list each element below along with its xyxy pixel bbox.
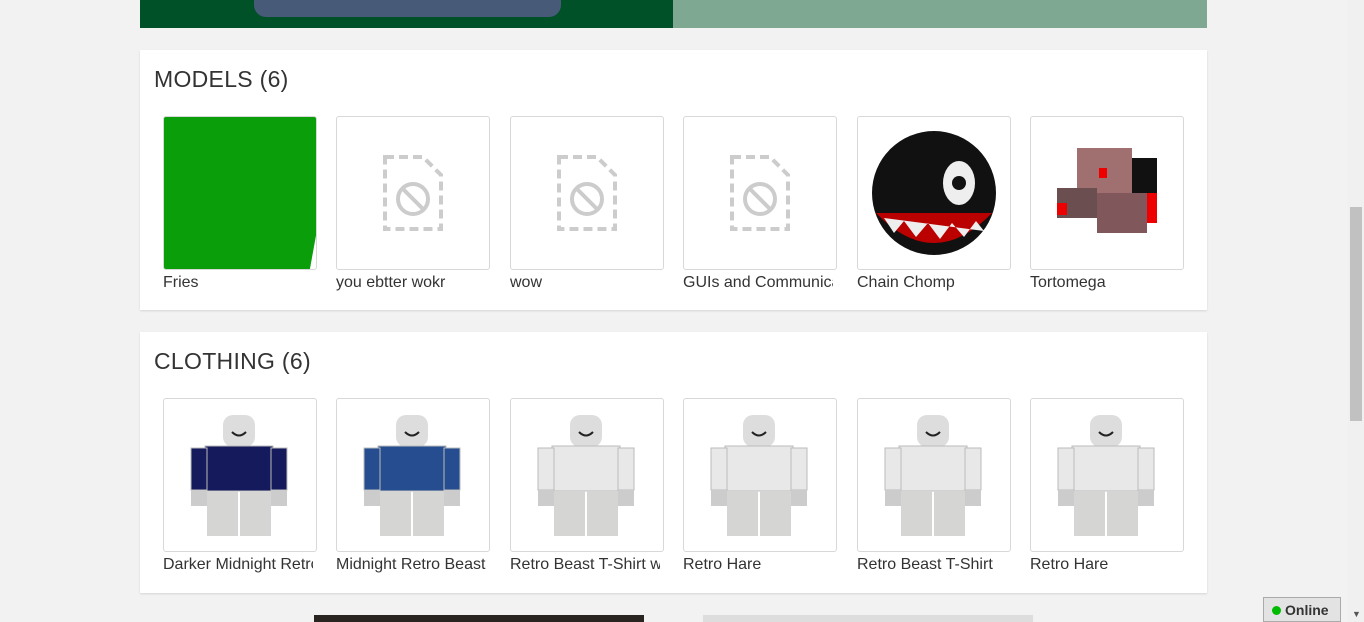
avatar-image (190, 415, 288, 536)
avatar-image (884, 415, 982, 536)
game-banner-right[interactable] (673, 0, 1207, 28)
avatar-image (363, 415, 461, 536)
avatar-image (1057, 415, 1155, 536)
online-status-button[interactable]: Online (1263, 597, 1341, 622)
item-thumbnail[interactable] (336, 116, 490, 270)
item-name[interactable]: Darker Midnight Retro Beast (163, 556, 313, 574)
clothing-item[interactable]: Retro Hare (1030, 398, 1184, 574)
item-name[interactable]: Fries (163, 274, 313, 292)
item-thumbnail[interactable] (1030, 398, 1184, 552)
item-name[interactable]: Tortomega (1030, 274, 1180, 292)
models-item[interactable]: Fries (163, 116, 317, 292)
bottom-image (703, 615, 1033, 622)
item-thumbnail[interactable] (163, 116, 317, 270)
clothing-item[interactable]: Retro Beast T-Shirt (857, 398, 1011, 574)
status-dot-icon (1272, 606, 1281, 615)
scrollbar-thumb[interactable] (1350, 207, 1362, 421)
unavailable-icon (730, 155, 790, 231)
item-name[interactable]: wow (510, 274, 660, 292)
item-thumbnail[interactable] (336, 398, 490, 552)
chevron-down-icon[interactable]: ▼ (1352, 609, 1361, 619)
item-thumbnail[interactable] (510, 398, 664, 552)
clothing-item[interactable]: Midnight Retro Beast T-Shirt (336, 398, 490, 574)
avatar-image (537, 415, 635, 536)
chain-chomp-image (872, 131, 996, 255)
game-banner-left[interactable] (140, 0, 673, 28)
models-item[interactable]: GUIs and Communication (683, 116, 837, 292)
models-item[interactable]: Chain Chomp (857, 116, 1011, 292)
models-item[interactable]: wow (510, 116, 664, 292)
item-thumbnail[interactable] (683, 116, 837, 270)
avatar-image (710, 415, 808, 536)
item-thumbnail[interactable] (1030, 116, 1184, 270)
item-name[interactable]: Chain Chomp (857, 274, 1007, 292)
clothing-item[interactable]: Retro Hare (683, 398, 837, 574)
bottom-image (314, 615, 644, 622)
clothing-item[interactable]: Darker Midnight Retro Beast (163, 398, 317, 574)
item-thumbnail[interactable] (163, 398, 317, 552)
item-name[interactable]: Retro Hare (1030, 556, 1180, 574)
scrollbar[interactable] (1348, 0, 1364, 622)
item-name[interactable]: Retro Beast T-Shirt (857, 556, 1007, 574)
item-thumbnail[interactable] (510, 116, 664, 270)
item-thumbnail[interactable] (683, 398, 837, 552)
item-name[interactable]: Retro Beast T-Shirt white (510, 556, 660, 574)
item-name[interactable]: GUIs and Communication (683, 274, 833, 292)
tortomega-image (1057, 148, 1157, 233)
clothing-item[interactable]: Retro Beast T-Shirt white (510, 398, 664, 574)
fries-image (164, 117, 316, 269)
item-name[interactable]: Retro Hare (683, 556, 833, 574)
banner-image (254, 0, 561, 17)
unavailable-icon (557, 155, 617, 231)
clothing-title: CLOTHING (6) (154, 348, 311, 374)
status-label: Online (1285, 602, 1329, 618)
unavailable-icon (383, 155, 443, 231)
models-item[interactable]: you ebtter wokr (336, 116, 490, 292)
item-name[interactable]: Midnight Retro Beast T-Shirt (336, 556, 486, 574)
item-thumbnail[interactable] (857, 116, 1011, 270)
models-title: MODELS (6) (154, 66, 289, 92)
models-item[interactable]: Tortomega (1030, 116, 1184, 292)
item-name[interactable]: you ebtter wokr (336, 274, 486, 292)
item-thumbnail[interactable] (857, 398, 1011, 552)
